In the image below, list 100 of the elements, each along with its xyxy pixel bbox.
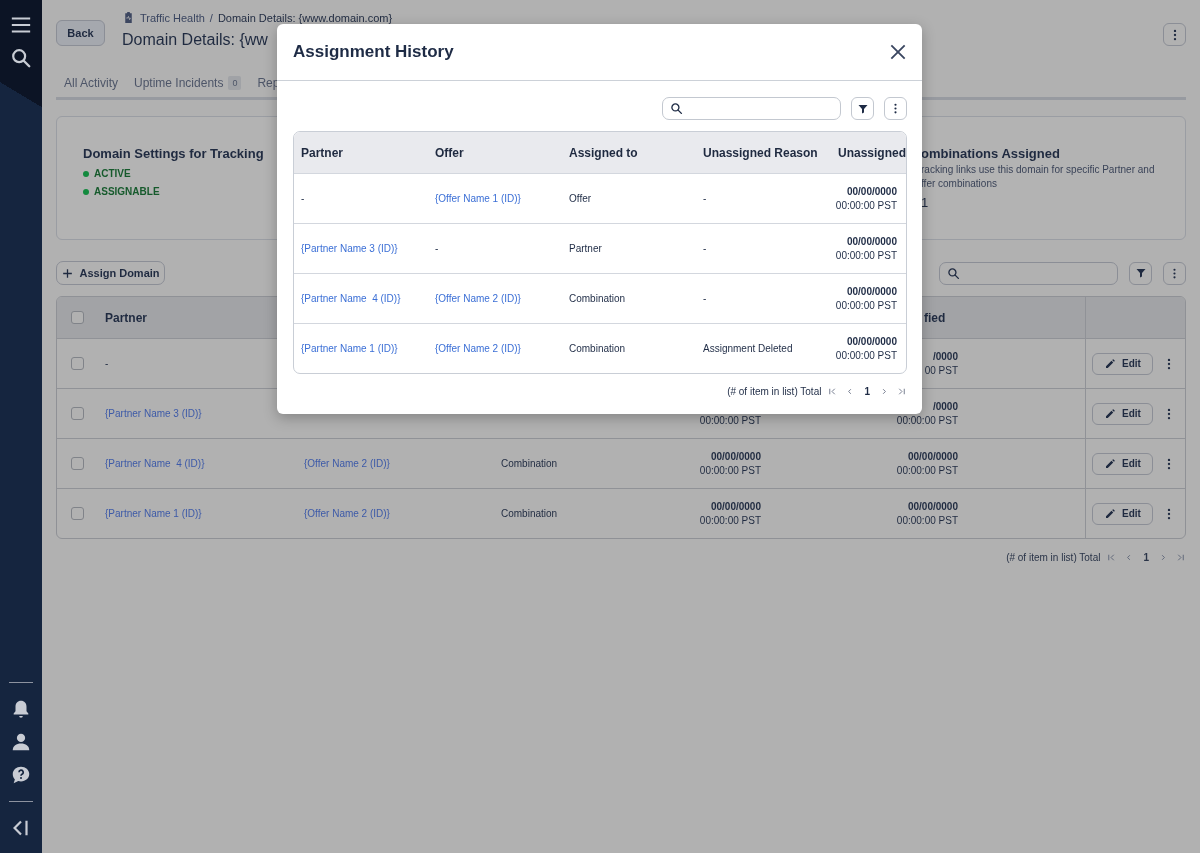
table-cell: Combination [569,343,626,354]
date-text: 00/00/0000 [846,336,897,348]
table-cell: - [703,243,707,254]
table-cell: Combination [501,458,558,469]
time-text: 00:00:00 PST [896,515,958,526]
date-text: 00/00/0000 [907,451,958,463]
breadcrumb-item: Domain Details: {www.domain.com} [217,11,393,24]
last-page-icon[interactable] [896,386,907,397]
table-cell: Partner [569,243,602,254]
status-dot [83,170,89,177]
date-text: /0000 [932,401,958,413]
partner-link[interactable]: {Partner Name 1 (ID)} [105,508,202,519]
table-cell: Offer [569,193,592,204]
pencil-icon [1104,457,1117,470]
partner-link[interactable]: {Offer Name 2 (ID)} [304,458,390,469]
date-text: 00/00/0000 [846,286,897,298]
date-text: 00/00/0000 [907,501,958,513]
partner-link[interactable]: {Offer Name 2 (ID)} [304,508,390,519]
date-text: /0000 [932,351,958,363]
search-field[interactable] [939,261,1118,285]
table-cell: - [301,193,305,204]
checkbox[interactable] [70,357,84,370]
time-text: 00:00:00 PST [896,465,958,476]
assign-domain-button[interactable]: Assign Domain [56,261,165,285]
table-cell: Assignment Deleted [703,343,793,354]
search-icon[interactable] [10,47,32,69]
edit-button[interactable]: Edit [1092,502,1153,525]
checkbox[interactable] [70,507,84,520]
tab[interactable]: Uptime Incidents 0 [134,76,242,90]
checkbox[interactable] [70,311,84,324]
more-button[interactable] [884,97,907,120]
column-header: fied [924,310,946,325]
more-button[interactable] [1163,261,1186,285]
plus-icon [61,266,75,280]
column-header: Unassigned Reason [703,145,818,160]
partner-link[interactable]: {Offer Name 2 (ID)} [435,343,521,354]
close-icon[interactable] [888,42,908,62]
partner-link[interactable]: {Offer Name 2 (ID)} [435,293,521,304]
pencil-icon [1104,507,1117,520]
pencil-icon [1104,357,1117,370]
table-cell: Combination [501,508,558,519]
clipboard-pulse-icon [122,11,135,24]
partner-link[interactable]: {Partner Name 1 (ID)} [301,343,398,354]
search-field[interactable] [662,97,841,120]
time-text: 00:00:00 PST [835,300,897,311]
pencil-icon [1104,407,1117,420]
edit-button[interactable]: Edit [1092,452,1153,475]
status-label: ASSIGNABLE [94,186,160,197]
table-cell: - [105,358,109,369]
time-text: 00:00:00 PST [699,415,761,426]
table-cell: - [435,243,439,254]
time-text: 00:00:00 PST [835,200,897,211]
card-description: ffer combinations [921,178,998,189]
checkbox[interactable] [70,457,84,470]
status-label: ACTIVE [94,168,131,179]
breadcrumb-separator: / [209,11,213,24]
time-text: 00:00:00 PST [699,465,761,476]
page-title: Domain Details: {ww [122,31,269,49]
status-dot [83,188,89,195]
pagination-summary: (# of item in list) Total [727,386,822,397]
card-title: ombinations Assigned [921,146,1061,161]
table-cell: Combination [569,293,626,304]
partner-link[interactable]: {Partner Name 3 (ID)} [301,243,398,254]
date-text: 00/00/0000 [846,186,897,198]
date-text: 00/00/0000 [846,236,897,248]
count-badge: 0 [228,76,242,90]
column-header: Offer [435,145,464,160]
time-text: 00:00:00 PST [699,515,761,526]
pagination-summary: (# of item in list) Total [1006,552,1101,563]
checkbox[interactable] [70,407,84,420]
column-header: Partner [105,310,148,325]
page-number[interactable]: 1 [1140,552,1152,563]
edit-button[interactable]: Edit [1092,352,1153,375]
breadcrumb-item[interactable]: Traffic Health [140,11,205,24]
filter-button[interactable] [1129,261,1152,285]
back-button[interactable]: Back [56,20,105,46]
date-text: 00/00/0000 [710,451,761,463]
card-description: racking links use this domain for specific Partner and [921,164,1156,175]
more-button[interactable] [1163,23,1186,46]
partner-link[interactable]: {Partner Name 4 (ID)} [105,458,205,469]
card-title: Domain Settings for Tracking [83,146,264,161]
table-cell: - [703,293,707,304]
column-header: Assigned to [569,145,638,160]
tab[interactable]: All Activity [64,76,118,90]
column-header: Partner [301,145,344,160]
column-header: Unassigned [838,145,906,160]
filter-button[interactable] [851,97,874,120]
search-icon [670,102,683,115]
dialog-title: Assignment History [293,42,454,62]
user-icon[interactable] [10,731,32,753]
search-icon [947,266,960,280]
time-text: 00 PST [924,365,958,376]
help-icon[interactable] [10,764,32,786]
page-number[interactable]: 1 [861,386,873,397]
partner-link[interactable]: {Offer Name 1 (ID)} [435,193,521,204]
table-cell: - [703,193,707,204]
partner-link[interactable]: {Partner Name 4 (ID)} [301,293,401,304]
partner-link[interactable]: {Partner Name 3 (ID)} [105,408,202,419]
edit-button[interactable]: Edit [1092,402,1153,425]
last-page-icon[interactable] [1175,552,1186,563]
